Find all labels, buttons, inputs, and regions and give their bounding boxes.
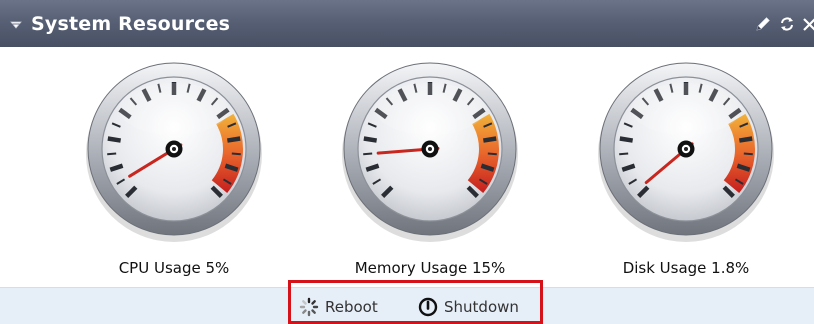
disk-usage-label: Disk Usage 1.8% — [622, 259, 750, 277]
highlight-box — [288, 280, 543, 324]
disk-usage-gauge — [591, 55, 781, 245]
refresh-icon[interactable] — [778, 15, 796, 33]
cpu-usage-label: CPU Usage 5% — [118, 259, 230, 277]
cpu-usage-gauge — [79, 55, 269, 245]
gauge-area: CPU Usage 5% Memory Usage 15% Disk Usage… — [0, 47, 814, 287]
widget-tools — [748, 0, 814, 47]
memory-usage-label: Memory Usage 15% — [354, 259, 506, 277]
widget-title-bar: System Resources — [0, 0, 814, 47]
widget-title: System Resources — [31, 12, 231, 35]
collapse-arrow-icon[interactable] — [9, 17, 23, 31]
edit-pencil-icon[interactable] — [754, 15, 772, 33]
memory-usage-gauge — [335, 55, 525, 245]
system-resources-widget: System Resources CPU Usage 5% Memory Usa… — [0, 0, 814, 324]
close-icon[interactable] — [802, 15, 814, 33]
